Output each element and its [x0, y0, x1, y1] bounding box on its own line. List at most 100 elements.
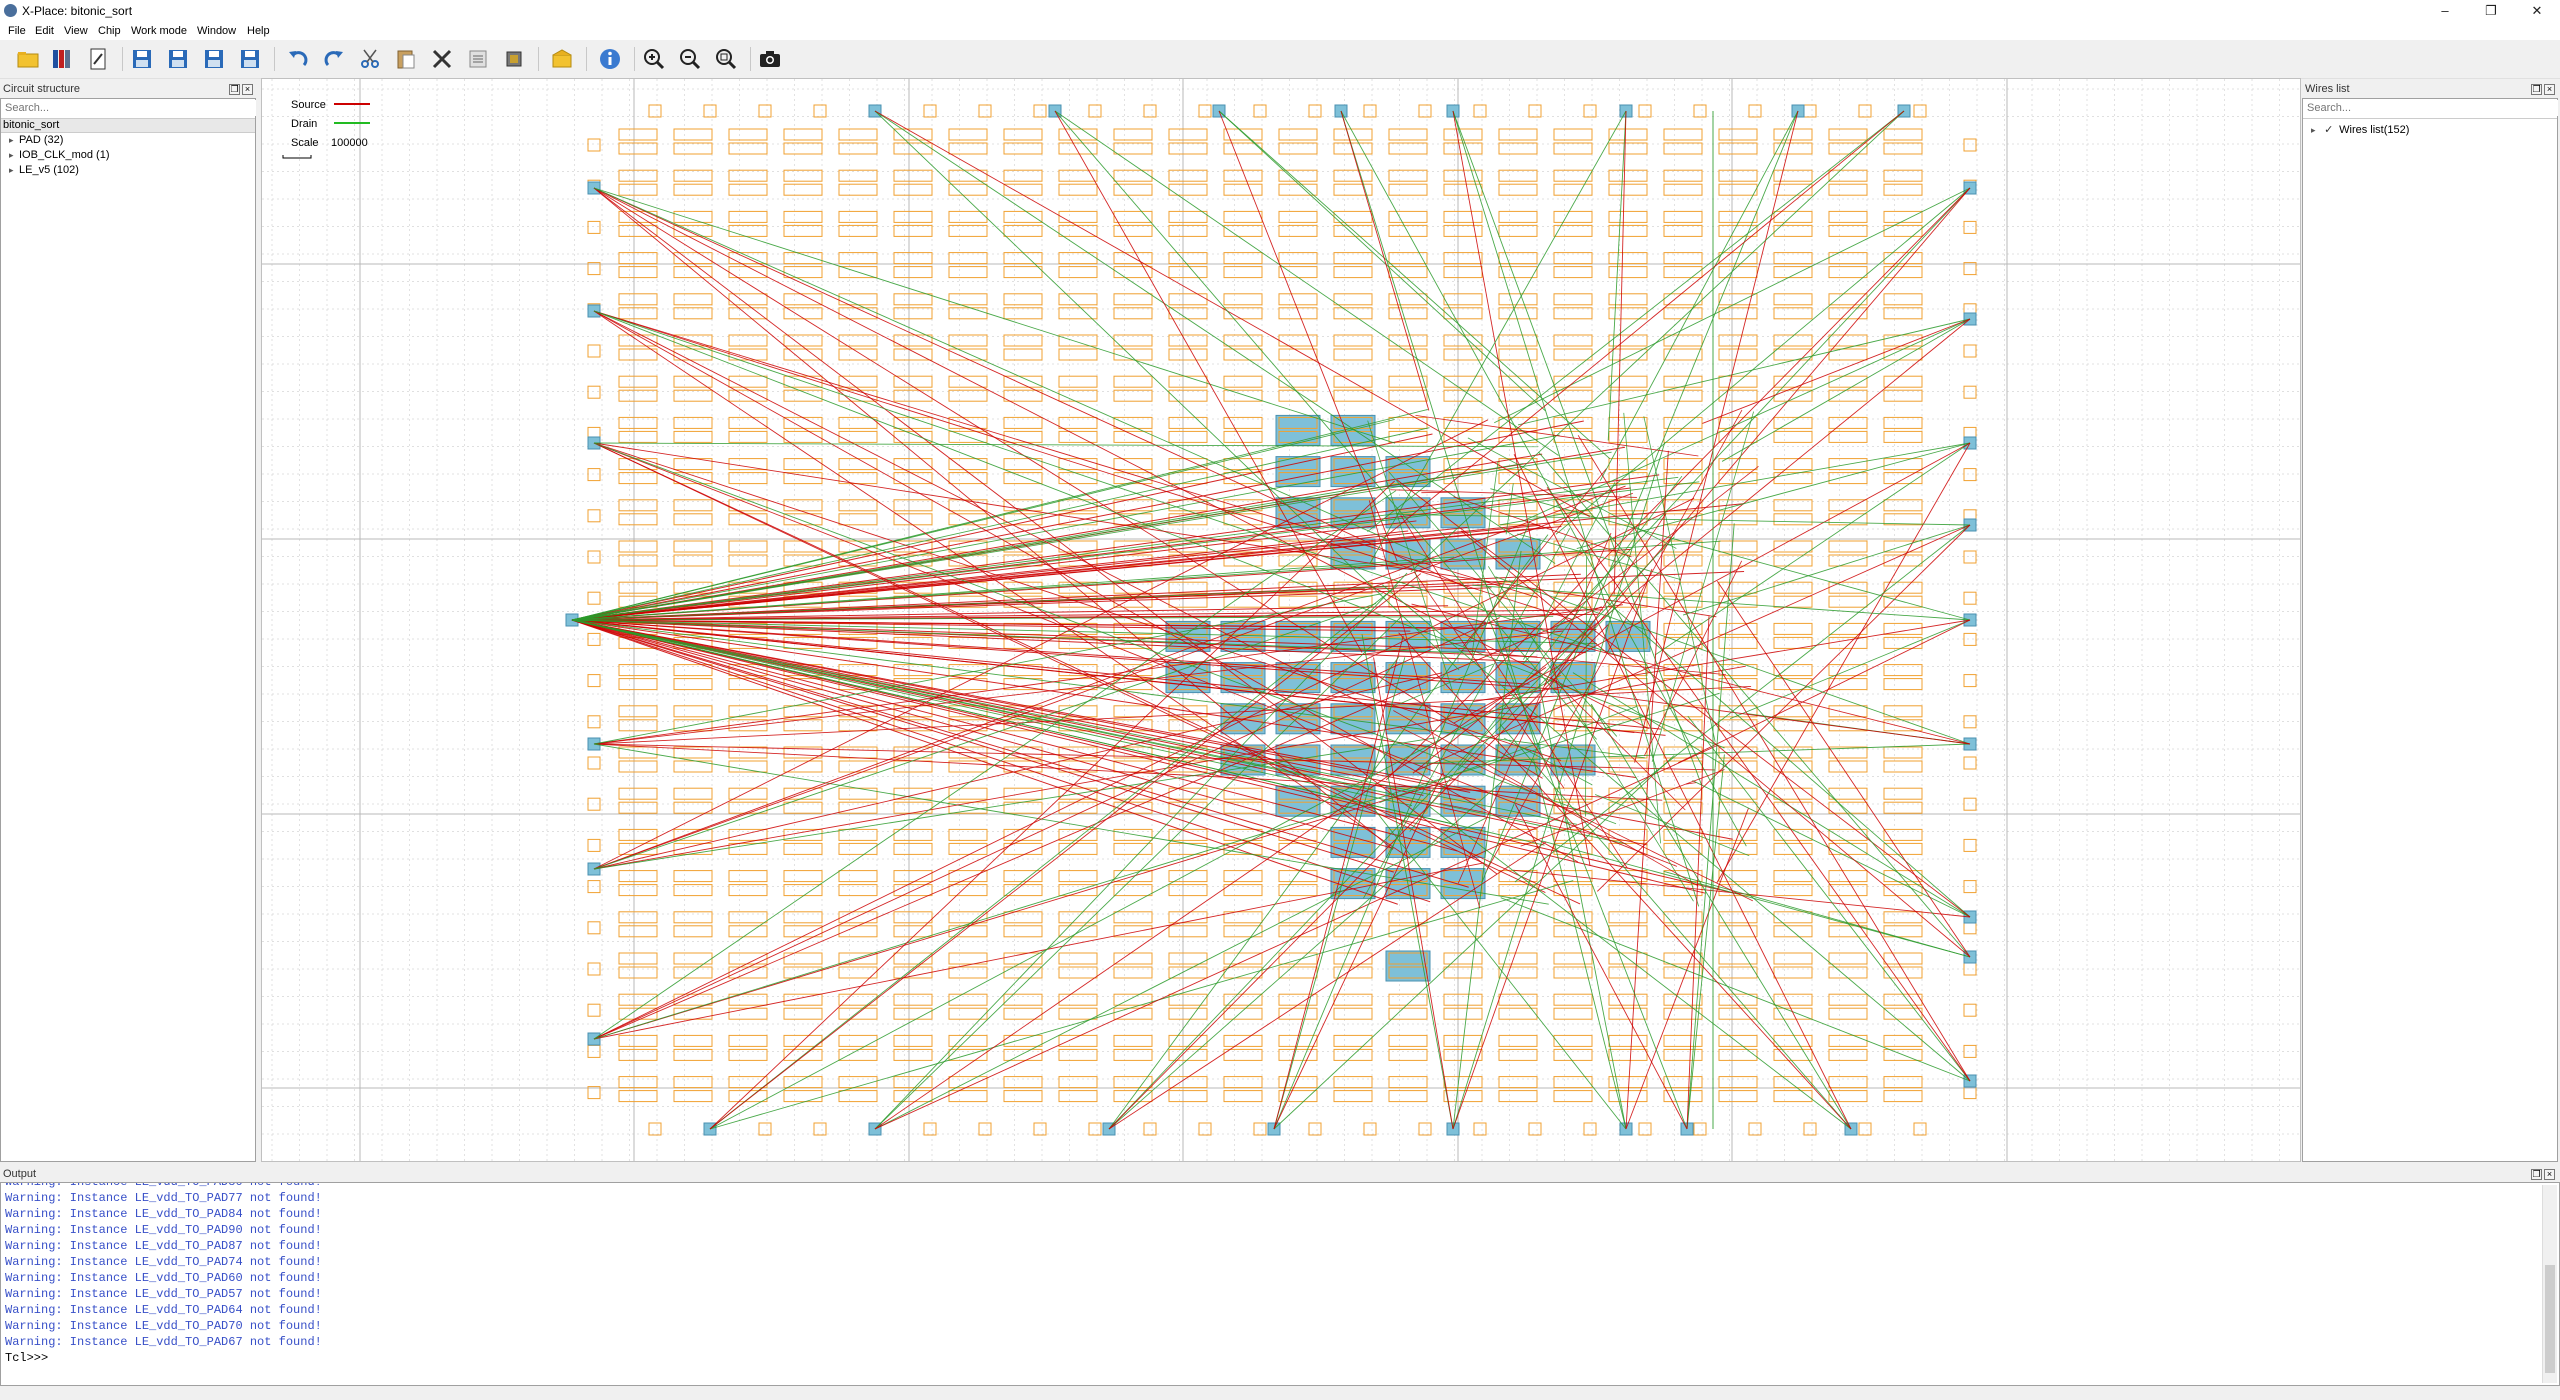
placement-canvas[interactable]: Source Drain Scale 100000 [261, 78, 2301, 1162]
le-cell [1388, 142, 1428, 155]
menu-work-mode[interactable]: Work mode [131, 25, 187, 37]
le-cell [1223, 1048, 1263, 1061]
le-cell [1388, 307, 1428, 320]
open-folder-icon[interactable] [14, 45, 42, 73]
io-pad [1308, 1122, 1322, 1136]
output-scrollbar[interactable] [2542, 1185, 2557, 1383]
wire [593, 310, 1627, 659]
le-cell [838, 210, 878, 223]
le-cell [673, 128, 713, 141]
le-cell [893, 1034, 933, 1047]
le-cell [1883, 430, 1923, 443]
le-cell [1278, 128, 1318, 141]
minimize-icon[interactable]: – [2422, 0, 2468, 22]
float-icon[interactable]: ❐ [229, 84, 240, 95]
tree-item-pad[interactable]: ▸ PAD (32) [9, 134, 63, 146]
menu-help[interactable]: Help [247, 25, 270, 37]
le-cell [838, 1034, 878, 1047]
zoom-fit-icon[interactable] [712, 45, 740, 73]
le-cell [948, 993, 988, 1006]
placement-view[interactable]: Source Drain Scale 100000 [262, 79, 2300, 1161]
info-icon[interactable] [596, 45, 624, 73]
le-cell [1663, 375, 1703, 388]
circuit-search-input[interactable] [2, 100, 256, 116]
close-icon[interactable]: × [2544, 1169, 2555, 1180]
wires-list-item[interactable]: ▸ ✓ Wires list(152) [2311, 123, 2409, 136]
le-cell [1883, 293, 1923, 306]
menu-window[interactable]: Window [197, 25, 236, 37]
le-cell [783, 1090, 823, 1103]
checkbox-checked-icon[interactable]: ✓ [2324, 123, 2336, 136]
le-cell [1388, 128, 1428, 141]
wire [1340, 110, 1430, 411]
wire [874, 110, 1590, 518]
wire [571, 619, 1398, 905]
expand-arrow-icon[interactable]: ▸ [9, 135, 19, 146]
tree-item-le-v5[interactable]: ▸ LE_v5 (102) [9, 164, 79, 176]
expand-arrow-icon[interactable]: ▸ [9, 150, 19, 161]
menu-chip[interactable]: Chip [98, 25, 121, 37]
io-pad [1638, 104, 1652, 118]
le-cell [618, 224, 658, 237]
output-console[interactable]: Warning: Instance LE_vdd_TO_PAD80 not fo… [0, 1182, 2560, 1386]
io-pad [1963, 838, 1977, 852]
le-cell [1828, 210, 1868, 223]
tree-item-iob-clk[interactable]: ▸ IOB_CLK_mod (1) [9, 149, 109, 161]
le-cell [1278, 870, 1318, 883]
wires-search-input[interactable] [2304, 100, 2558, 116]
menu-view[interactable]: View [64, 25, 88, 37]
scrollbar-thumb[interactable] [2545, 1265, 2555, 1373]
close-icon[interactable]: ✕ [2514, 0, 2560, 22]
cut-icon[interactable] [356, 45, 384, 73]
toolbar [0, 40, 2560, 79]
delete-icon[interactable] [428, 45, 456, 73]
le-cell [1058, 870, 1098, 883]
wire [1054, 110, 1559, 456]
package-icon[interactable] [548, 45, 576, 73]
chip-icon[interactable] [500, 45, 528, 73]
menu-file[interactable]: File [8, 25, 26, 37]
close-icon[interactable]: × [2544, 84, 2555, 95]
wire [1555, 187, 1971, 535]
le-cell [1828, 183, 1868, 196]
expand-arrow-icon[interactable]: ▸ [9, 165, 19, 176]
library-icon[interactable] [48, 45, 76, 73]
expand-arrow-icon[interactable]: ▸ [2311, 125, 2321, 136]
close-icon[interactable]: × [242, 84, 253, 95]
screenshot-icon[interactable] [756, 45, 784, 73]
le-cell [618, 925, 658, 938]
wire [593, 187, 1396, 444]
zoom-in-icon[interactable] [640, 45, 668, 73]
restore-icon[interactable]: ❐ [2468, 0, 2514, 22]
save-as-icon[interactable] [200, 45, 228, 73]
properties-icon[interactable] [464, 45, 492, 73]
io-pad [1963, 756, 1977, 770]
io-pad [1143, 1122, 1157, 1136]
save-xml-icon[interactable] [164, 45, 192, 73]
float-icon[interactable]: ❐ [2531, 1169, 2542, 1180]
wires-list-dock: Wires list ❐ × ▸ ✓ Wires list(152) [2302, 80, 2560, 1162]
le-cell [1553, 142, 1593, 155]
io-pad [1963, 674, 1977, 688]
le-cell [618, 828, 658, 841]
save-icon[interactable] [128, 45, 156, 73]
le-cell [948, 1034, 988, 1047]
le-cell [1003, 1076, 1043, 1089]
redo-icon[interactable] [320, 45, 348, 73]
save-copy-icon[interactable] [236, 45, 264, 73]
undo-icon[interactable] [284, 45, 312, 73]
wire [1108, 624, 1609, 1130]
float-icon[interactable]: ❐ [2531, 84, 2542, 95]
edit-doc-icon[interactable] [84, 45, 112, 73]
zoom-out-icon[interactable] [676, 45, 704, 73]
le-cell [1828, 1048, 1868, 1061]
io-pad [1748, 104, 1762, 118]
le-cell [1498, 1007, 1538, 1020]
io-pad [1033, 1122, 1047, 1136]
menu-edit[interactable]: Edit [35, 25, 54, 37]
le-cell [1828, 224, 1868, 237]
le-cell [893, 293, 933, 306]
paste-icon[interactable] [392, 45, 420, 73]
le-cell [1003, 266, 1043, 279]
io-pad [1363, 1122, 1377, 1136]
